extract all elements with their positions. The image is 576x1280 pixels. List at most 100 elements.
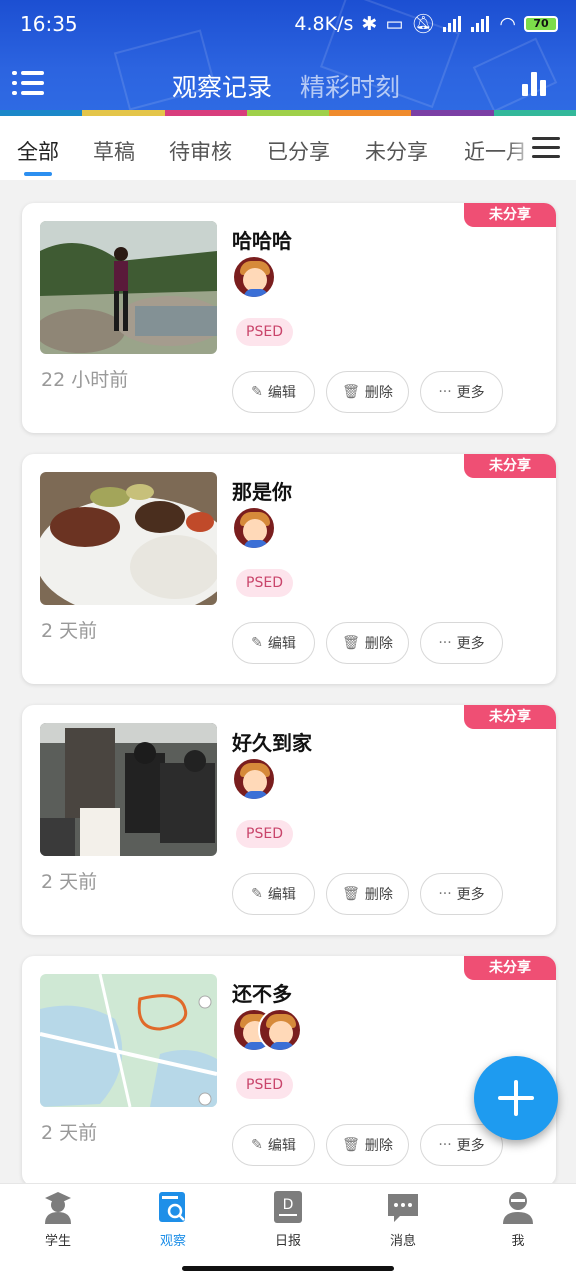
map-thumbnail[interactable] [40,974,217,1107]
bluetooth-icon: ✱ [361,12,378,35]
more-label: 更多 [456,887,485,903]
chat-bubble-icon [386,1190,420,1224]
ellipsis-icon: ··· [438,635,452,651]
tab-not-shared[interactable]: 未分享 [365,136,428,166]
observation-card[interactable]: 未分享 22 小时前 哈哈哈 PSED ✎ 编辑 🗑︎ 删除 ··· 更多 [22,203,556,433]
pencil-icon: ✎ [251,635,263,651]
bar-chart-icon[interactable] [522,70,548,96]
tab-highlights[interactable]: 精彩时刻 [300,68,400,104]
wifi-icon: ◠ [499,12,516,35]
observation-card[interactable]: 未分享 2 天前 好久到家 PSED ✎ 编辑 🗑︎ 删除 ··· 更多 [22,705,556,935]
menu-icon[interactable] [12,69,44,97]
avatar[interactable] [232,255,276,299]
signal-icon [443,15,463,32]
tab-pending-review[interactable]: 待审核 [169,136,232,166]
delete-label: 删除 [364,636,393,652]
delete-button[interactable]: 🗑︎ 删除 [326,371,409,413]
nav-messages[interactable]: 消息 [363,1190,443,1249]
trash-icon: 🗑︎ [342,635,360,651]
nav-observation[interactable]: 观察 [133,1190,213,1249]
area-tag: PSED [236,1071,293,1099]
notebook-search-icon [156,1190,190,1224]
pencil-icon: ✎ [251,384,263,400]
photo-thumbnail[interactable] [40,723,217,856]
nav-daily-report[interactable]: D 日报 [248,1190,328,1249]
more-label: 更多 [456,1138,485,1154]
pencil-icon: ✎ [251,886,263,902]
more-label: 更多 [456,636,485,652]
mute-bell-icon: 🔕︎ [411,13,436,35]
more-button[interactable]: ··· 更多 [420,622,503,664]
delete-button[interactable]: 🗑︎ 删除 [326,873,409,915]
photo-thumbnail[interactable] [40,472,217,605]
more-label: 更多 [456,385,485,401]
timestamp: 22 小时前 [41,369,129,391]
nav-label: 我 [511,1234,525,1249]
nav-me[interactable]: 我 [478,1190,558,1249]
tabs-menu-icon[interactable] [532,137,560,159]
edit-button[interactable]: ✎ 编辑 [232,1124,315,1166]
timestamp: 2 天前 [41,620,98,642]
delete-label: 删除 [364,1138,393,1154]
edit-label: 编辑 [267,636,296,652]
area-tag: PSED [236,318,293,346]
edit-label: 编辑 [267,385,296,401]
status-icons: 4.8K/s ✱ ▭ 🔕︎ ◠ 70 [294,12,558,35]
more-button[interactable]: ··· 更多 [420,371,503,413]
vibrate-icon: ▭ [385,12,404,35]
tab-all[interactable]: 全部 [17,136,59,166]
battery-icon: 70 [524,15,558,32]
delete-label: 删除 [364,887,393,903]
share-status-badge: 未分享 [464,956,556,980]
delete-button[interactable]: 🗑︎ 删除 [326,622,409,664]
timestamp: 2 天前 [41,1122,98,1144]
net-speed: 4.8K/s [294,12,354,35]
share-status-badge: 未分享 [464,705,556,729]
active-tab-indicator [24,172,52,176]
daily-report-icon: D [271,1190,305,1224]
observation-card[interactable]: 未分享 2 天前 那是你 PSED ✎ 编辑 🗑︎ 删除 ··· 更多 [22,454,556,684]
observation-title: 还不多 [232,982,292,1006]
nav-label: 观察 [159,1234,186,1249]
ellipsis-icon: ··· [438,1137,452,1153]
observation-title: 哈哈哈 [232,229,292,253]
delete-label: 删除 [364,385,393,401]
nav-label: 日报 [274,1234,301,1249]
filter-tabs: 全部 草稿 待审核 已分享 未分享 近一月 [0,116,576,180]
app-header: 16:35 4.8K/s ✱ ▭ 🔕︎ ◠ 70 观察记录 精彩时刻 [0,0,576,116]
edit-button[interactable]: ✎ 编辑 [232,371,315,413]
status-time: 16:35 [20,12,78,36]
tab-shared[interactable]: 已分享 [267,136,330,166]
photo-thumbnail[interactable] [40,221,217,354]
area-tag: PSED [236,569,293,597]
nav-label: 消息 [389,1234,416,1249]
pencil-icon: ✎ [251,1137,263,1153]
status-bar: 16:35 4.8K/s ✱ ▭ 🔕︎ ◠ 70 [0,0,576,50]
avatar[interactable] [232,757,276,801]
edit-button[interactable]: ✎ 编辑 [232,622,315,664]
nav-label: 学生 [44,1234,71,1249]
svg-text:D: D [283,1197,294,1213]
avatar[interactable] [232,506,276,550]
trash-icon: 🗑︎ [342,886,360,902]
tab-draft[interactable]: 草稿 [93,136,135,166]
tab-observation-records[interactable]: 观察记录 [172,68,272,104]
trash-icon: 🗑︎ [342,1137,360,1153]
delete-button[interactable]: 🗑︎ 删除 [326,1124,409,1166]
avatar[interactable] [258,1008,302,1052]
ellipsis-icon: ··· [438,384,452,400]
ellipsis-icon: ··· [438,886,452,902]
timestamp: 2 天前 [41,871,98,893]
edit-label: 编辑 [267,887,296,903]
share-status-badge: 未分享 [464,203,556,227]
edit-label: 编辑 [267,1138,296,1154]
nav-students[interactable]: 学生 [18,1190,98,1249]
edit-button[interactable]: ✎ 编辑 [232,873,315,915]
more-button[interactable]: ··· 更多 [420,873,503,915]
add-observation-button[interactable] [474,1056,558,1140]
observation-card[interactable]: 未分享 2 天前 还不多 PSED ✎ 编辑 🗑︎ 删除 ··· 更多 [22,956,556,1186]
trash-icon: 🗑︎ [342,384,360,400]
graduate-cap-icon [41,1190,75,1224]
user-icon [501,1190,535,1224]
home-indicator[interactable] [182,1266,394,1271]
